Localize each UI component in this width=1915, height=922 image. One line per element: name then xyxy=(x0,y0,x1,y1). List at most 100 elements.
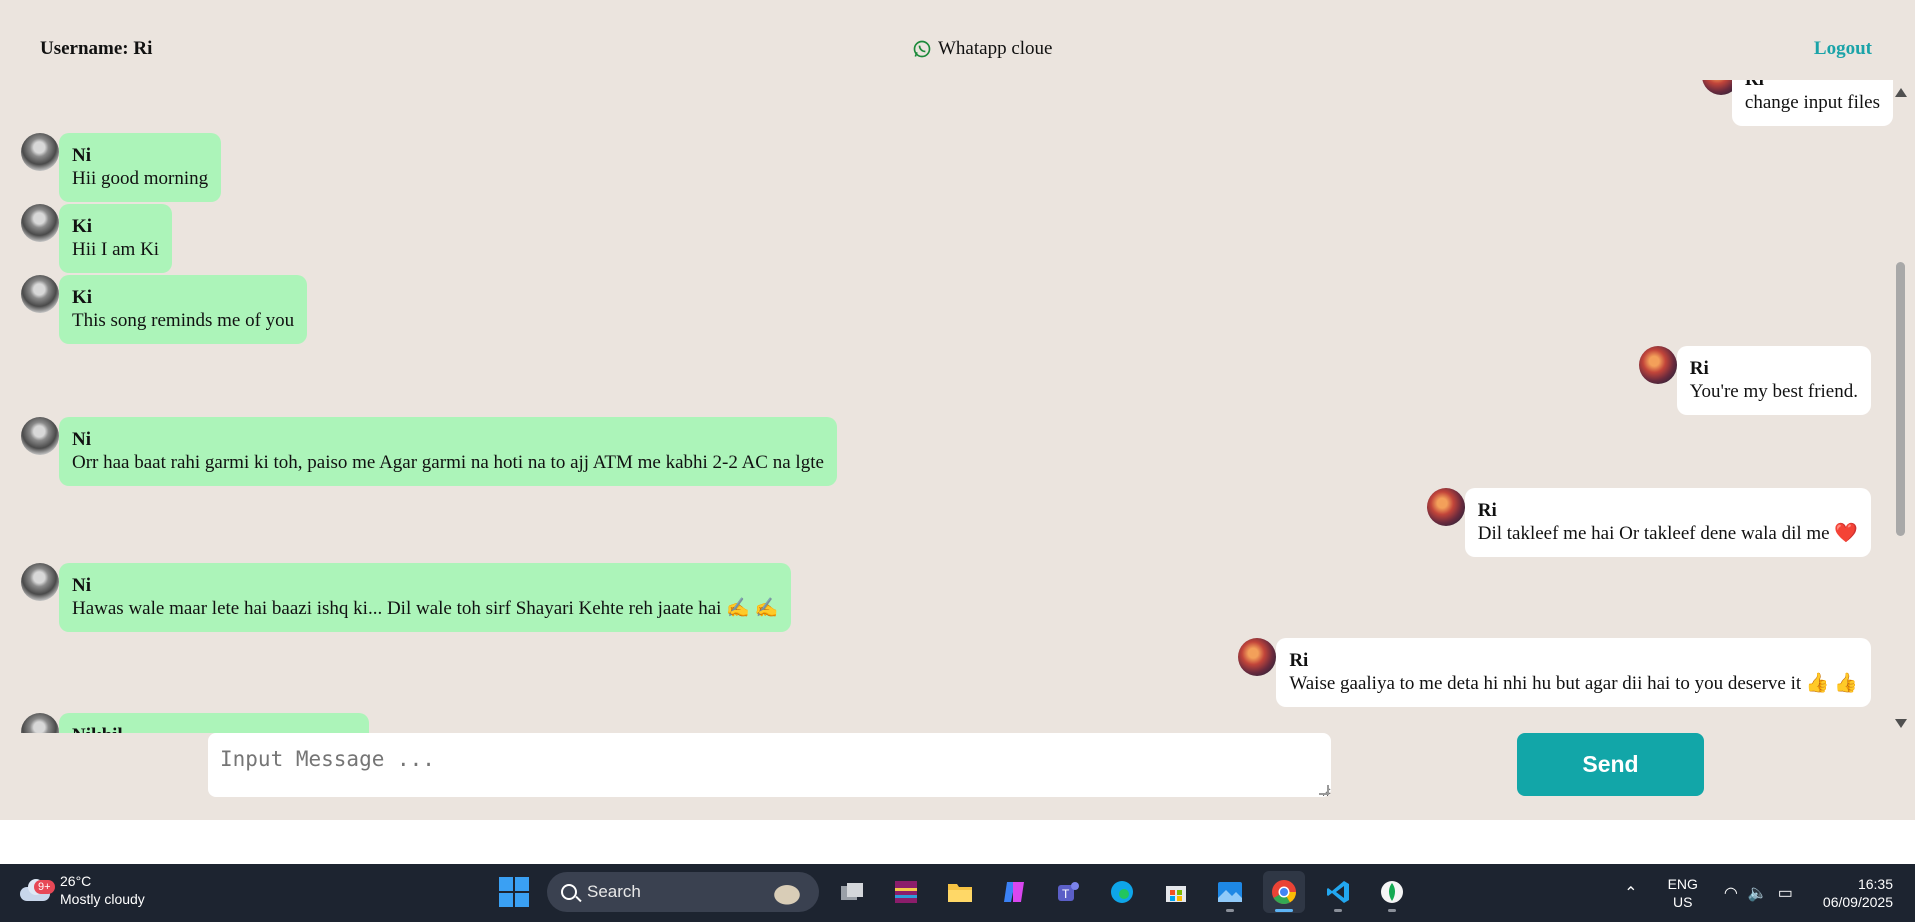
message-sender: Ri xyxy=(1477,500,1497,521)
message-sender: Ri xyxy=(1745,80,1880,91)
message-sender: Nikhil xyxy=(72,724,356,733)
message-sender: Ni xyxy=(72,429,91,450)
message-outgoing: Ri Waise gaaliya to me deta hi nhi hu bu… xyxy=(1238,638,1871,707)
teams-icon[interactable]: T xyxy=(1047,871,1089,913)
taskbar-clock[interactable]: 16:35 06/09/2025 xyxy=(1823,875,1893,911)
message-text: Hawas wale maar lete hai baazi ishq ki..… xyxy=(72,598,779,619)
scrollbar-thumb[interactable] xyxy=(1896,262,1905,536)
message-bubble: Nikhil xyxy=(59,713,369,733)
send-button[interactable]: Send xyxy=(1517,733,1704,796)
battery-icon[interactable]: ▭ xyxy=(1778,883,1793,903)
message-incoming: Ni Orr haa baat rahi garmi ki toh, paiso… xyxy=(21,417,837,486)
resize-handle-icon[interactable] xyxy=(1319,785,1329,795)
chat-app: Username: Ri Whatapp cloue Logout Ri cha… xyxy=(0,0,1915,820)
taskbar-apps: Search T xyxy=(493,871,1413,913)
message-outgoing: Ri change input files xyxy=(1701,80,1893,126)
scroll-down-arrow-icon[interactable] xyxy=(1895,719,1907,728)
volume-icon[interactable]: 🔈 xyxy=(1748,883,1768,903)
language-code: ENG xyxy=(1667,876,1698,892)
message-text: change input files xyxy=(1744,92,1880,113)
copilot-icon[interactable] xyxy=(993,871,1035,913)
region-code: US xyxy=(1673,894,1693,910)
weather-widget[interactable]: 9+ 26°C Mostly cloudy xyxy=(18,872,145,908)
wifi-icon[interactable]: ◠ xyxy=(1724,883,1738,903)
message-scrollbar[interactable] xyxy=(1893,84,1907,732)
notification-badge: 9+ xyxy=(34,880,55,894)
message-sender: Ni xyxy=(72,145,91,166)
avatar xyxy=(21,275,59,313)
page-footer-strip xyxy=(0,820,1915,864)
app-header: Username: Ri Whatapp cloue Logout xyxy=(0,0,1915,80)
message-sender: Ri xyxy=(1289,650,1309,671)
clock-date: 06/09/2025 xyxy=(1822,894,1893,910)
chrome-icon[interactable] xyxy=(1263,871,1305,913)
message-bubble: Ri Waise gaaliya to me deta hi nhi hu bu… xyxy=(1276,638,1871,707)
message-text: Orr haa baat rahi garmi ki toh, paiso me… xyxy=(72,452,824,473)
message-outgoing: Ri Dil takleef me hai Or takleef dene wa… xyxy=(1426,488,1871,557)
scroll-up-arrow-icon[interactable] xyxy=(1895,88,1907,97)
microsoft-store-icon[interactable] xyxy=(1155,871,1197,913)
winrar-icon[interactable] xyxy=(885,871,927,913)
clock-time: 16:35 xyxy=(1857,876,1893,892)
message-text: Hii I am Ki xyxy=(72,239,160,260)
message-list[interactable]: Ri change input files Ni Hii good mornin… xyxy=(0,80,1893,733)
app-title: Whatapp cloue xyxy=(938,38,1053,59)
message-sender: Ni xyxy=(72,575,91,596)
taskbar-search[interactable]: Search xyxy=(547,872,819,912)
search-icon xyxy=(561,884,577,900)
avatar xyxy=(21,713,59,733)
message-bubble: Ni Hii good morning xyxy=(59,133,222,202)
language-indicator[interactable]: ENG US xyxy=(1668,875,1698,911)
temperature: 26°C xyxy=(60,873,92,889)
message-bubble: Ki This song reminds me of you xyxy=(59,275,308,344)
message-text: Hii good morning xyxy=(72,168,209,189)
message-bubble: Ri change input files xyxy=(1731,80,1893,126)
task-view-icon[interactable] xyxy=(831,871,873,913)
weather-condition: Mostly cloudy xyxy=(60,891,145,907)
message-text: Waise gaaliya to me deta hi nhi hu but a… xyxy=(1289,673,1858,694)
logout-button[interactable]: Logout xyxy=(1814,38,1872,60)
message-outgoing: Ri You're my best friend. xyxy=(1638,346,1871,415)
message-incoming: Ki Hii I am Ki xyxy=(21,204,173,273)
message-text: This song reminds me of you xyxy=(72,310,295,331)
message-sender: Ri xyxy=(1689,358,1709,379)
message-bubble: Ri You're my best friend. xyxy=(1676,346,1871,415)
show-hidden-icons-chevron-up-icon[interactable]: ⌃ xyxy=(1624,883,1637,903)
edge-browser-icon[interactable] xyxy=(1101,871,1143,913)
svg-text:T: T xyxy=(1062,887,1070,901)
message-sender: Ki xyxy=(72,216,93,237)
message-input[interactable] xyxy=(208,733,1331,797)
message-incoming: Ni Hii good morning xyxy=(21,133,222,202)
windows-taskbar: 9+ 26°C Mostly cloudy Search T ⌃ ENG US xyxy=(0,864,1915,922)
tray-status-icons[interactable]: ◠ 🔈 ▭ xyxy=(1724,883,1793,903)
avatar xyxy=(21,563,59,601)
message-incoming: Ni Hawas wale maar lete hai baazi ishq k… xyxy=(21,563,792,632)
message-incoming: Nikhil xyxy=(21,713,369,733)
avatar xyxy=(1638,346,1677,384)
message-bubble: Ri Dil takleef me hai Or takleef dene wa… xyxy=(1464,488,1871,557)
file-explorer-icon[interactable] xyxy=(939,871,981,913)
message-composer: Send xyxy=(0,733,1915,820)
username-label: Username: Ri xyxy=(40,38,153,59)
avatar xyxy=(1238,638,1277,676)
search-label: Search xyxy=(587,882,641,901)
mongodb-compass-icon[interactable] xyxy=(1371,871,1413,913)
vscode-icon[interactable] xyxy=(1317,871,1359,913)
message-bubble: Ni Orr haa baat rahi garmi ki toh, paiso… xyxy=(59,417,837,486)
message-bubble: Ki Hii I am Ki xyxy=(59,204,173,273)
photos-icon[interactable] xyxy=(1209,871,1251,913)
message-text: You're my best friend. xyxy=(1689,381,1858,402)
avatar xyxy=(21,417,59,455)
windows-start-icon[interactable] xyxy=(493,871,535,913)
avatar xyxy=(21,133,59,171)
message-text: Dil takleef me hai Or takleef dene wala … xyxy=(1477,523,1858,544)
message-sender: Ki xyxy=(72,287,93,308)
system-tray: ⌃ ENG US ◠ 🔈 ▭ 16:35 06/09/2025 xyxy=(1624,864,1915,922)
whatsapp-icon xyxy=(913,40,931,58)
message-incoming: Ki This song reminds me of you xyxy=(21,275,308,344)
avatar xyxy=(21,204,59,242)
message-bubble: Ni Hawas wale maar lete hai baazi ishq k… xyxy=(59,563,792,632)
search-highlight-bird-icon xyxy=(765,878,809,906)
avatar xyxy=(1426,488,1465,526)
app-brand: Whatapp cloue xyxy=(912,38,1052,60)
